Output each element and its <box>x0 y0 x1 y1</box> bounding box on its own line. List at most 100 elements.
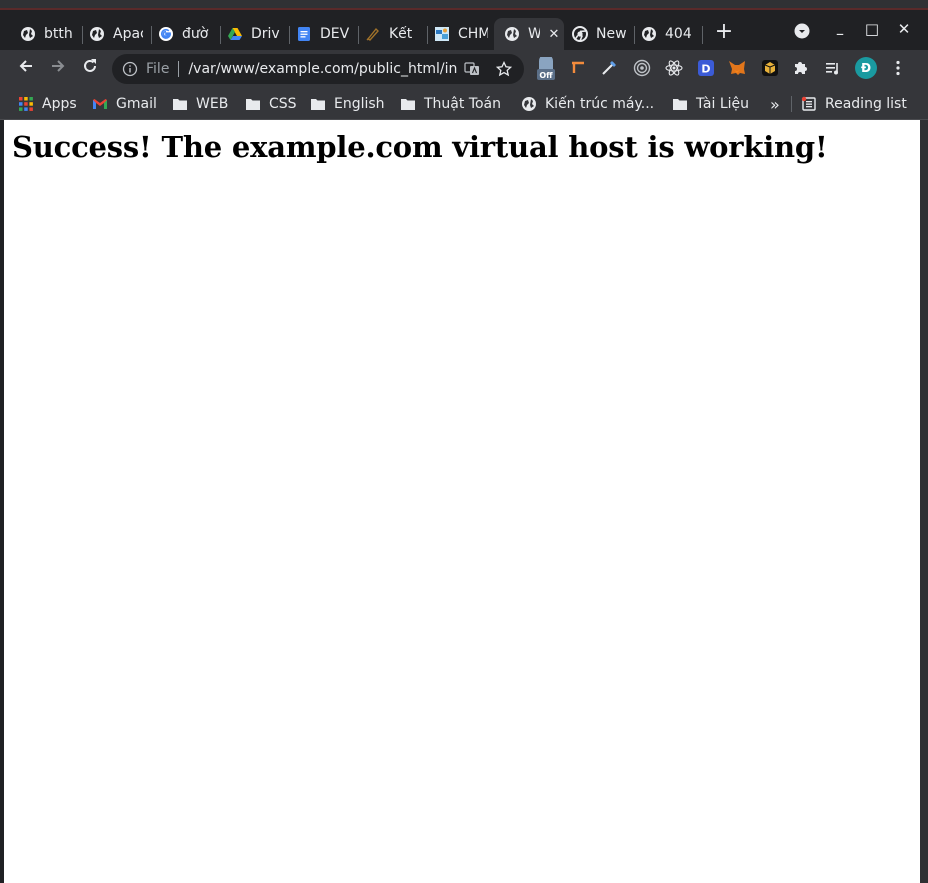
tab-2[interactable]: Apac <box>71 18 151 50</box>
svg-text:D: D <box>701 63 710 76</box>
react-icon[interactable] <box>664 58 684 78</box>
bookmark-apps[interactable]: Apps <box>18 93 77 115</box>
maximize-button[interactable]: □ <box>857 17 887 41</box>
gmail-icon <box>92 96 108 112</box>
tab-title: Apac <box>113 26 143 42</box>
bookmark-kien-truc-may[interactable]: Kiến trúc máy... <box>521 93 654 115</box>
chm-icon <box>434 26 450 42</box>
tab-title: đườ <box>182 26 209 42</box>
tab-title: btth <box>44 26 73 42</box>
bookmark-label: Apps <box>42 96 77 112</box>
page-heading: Success! The example.com virtual host is… <box>12 130 828 164</box>
tab-strip: btth Apac đườ Driv DEV Kết CHM <box>0 10 928 50</box>
docs-icon <box>296 26 312 42</box>
close-window-button[interactable]: ✕ <box>889 17 919 41</box>
title-strip <box>0 0 928 10</box>
bookmark-gmail[interactable]: Gmail <box>92 93 157 115</box>
browser-window: btth Apac đườ Driv DEV Kết CHM <box>0 0 928 883</box>
folder-icon <box>245 96 261 112</box>
bookmark-star-icon[interactable] <box>496 60 513 77</box>
info-icon[interactable] <box>122 61 138 77</box>
reading-list-icon <box>801 96 817 112</box>
globe-icon <box>20 26 36 42</box>
puzzle-icon[interactable] <box>791 58 811 78</box>
profile-initial: Đ <box>855 57 877 79</box>
reload-icon <box>81 57 99 79</box>
address-bar[interactable]: File /var/www/example.com/public_html/in… <box>112 54 524 84</box>
drive-icon <box>227 26 243 42</box>
bookmark-label: Kiến trúc máy... <box>545 96 655 112</box>
folder-icon <box>172 96 188 112</box>
bookmarks-bar: Apps Gmail WEB CSS English Thuật Toán Ki… <box>0 88 928 120</box>
off-extension-icon[interactable]: Off <box>535 57 557 81</box>
minimize-button[interactable]: – <box>825 21 855 45</box>
tab-7[interactable]: CHM <box>416 18 496 50</box>
bookmark-label: English <box>334 96 385 112</box>
bookmark-label: Gmail <box>116 96 157 112</box>
pin-icon <box>365 26 381 42</box>
tab-4[interactable]: Driv <box>209 18 289 50</box>
tab-search-button[interactable] <box>787 21 817 45</box>
globe-icon <box>641 26 657 42</box>
back-arrow-icon <box>17 57 35 79</box>
new-tab-button[interactable]: + <box>709 19 739 44</box>
tab-1[interactable]: btth <box>2 18 80 50</box>
tab-title: Kết <box>389 26 413 42</box>
globe-icon <box>521 96 537 112</box>
forward-button[interactable] <box>44 54 72 82</box>
folder-icon <box>310 96 326 112</box>
tab-6[interactable]: Kết <box>347 18 427 50</box>
tab-search-icon <box>794 23 810 43</box>
tab-3[interactable]: đườ <box>140 18 220 50</box>
google-icon <box>158 26 174 42</box>
tool-icon[interactable] <box>568 58 588 78</box>
bookmark-folder-tai-lieu[interactable]: Tài Liệu <box>672 93 749 115</box>
folder-icon <box>672 96 688 112</box>
bookmark-label: CSS <box>269 96 297 112</box>
tab-title: 404 <box>665 26 692 42</box>
tab-10[interactable]: 404 <box>623 18 701 50</box>
reload-button[interactable] <box>76 54 104 82</box>
tab-title: W <box>528 26 540 42</box>
target-icon[interactable] <box>632 58 652 78</box>
divider <box>178 61 180 77</box>
more-bookmarks-button[interactable]: » <box>770 93 780 115</box>
translate-icon[interactable] <box>464 61 480 77</box>
cube-icon[interactable] <box>760 58 780 78</box>
forward-arrow-icon <box>49 57 67 79</box>
window-frame-edge <box>920 120 928 883</box>
back-button[interactable] <box>12 54 40 82</box>
reading-list-label: Reading list <box>825 96 907 112</box>
chrome-icon <box>572 26 588 42</box>
toolbar: File /var/www/example.com/public_html/in… <box>0 50 928 88</box>
media-icon[interactable] <box>823 58 843 78</box>
profile-avatar[interactable]: Đ <box>855 57 877 79</box>
tab-title: DEV <box>320 26 350 42</box>
divider <box>791 96 792 112</box>
d-extension-icon[interactable]: D <box>696 58 716 78</box>
tab-9[interactable]: New <box>554 18 634 50</box>
metamask-icon[interactable] <box>727 58 747 78</box>
tab-title: Driv <box>251 26 280 42</box>
svg-text:Off: Off <box>539 71 553 80</box>
tab-5[interactable]: DEV <box>278 18 358 50</box>
tab-title: New <box>596 26 626 42</box>
bookmark-folder-web[interactable]: WEB <box>172 93 228 115</box>
bookmark-folder-english[interactable]: English <box>310 93 385 115</box>
bookmark-label: WEB <box>196 96 229 112</box>
globe-icon <box>504 26 520 42</box>
reading-list-button[interactable]: Reading list <box>801 93 907 115</box>
menu-kebab-icon[interactable] <box>888 58 908 78</box>
page-content: Success! The example.com virtual host is… <box>4 120 920 883</box>
apps-grid-icon <box>18 96 34 112</box>
tab-title: CHM <box>458 26 488 42</box>
folder-icon <box>400 96 416 112</box>
bookmark-folder-css[interactable]: CSS <box>245 93 297 115</box>
bookmark-label: Thuật Toán <box>424 96 502 112</box>
globe-icon <box>89 26 105 42</box>
bookmark-folder-thuat-toan[interactable]: Thuật Toán <box>400 93 501 115</box>
file-scheme-label: File <box>146 61 170 77</box>
url-text[interactable]: /var/www/example.com/public_html/in... <box>188 61 458 77</box>
bookmark-label: Tài Liệu <box>696 96 750 112</box>
pen-icon[interactable] <box>599 58 619 78</box>
